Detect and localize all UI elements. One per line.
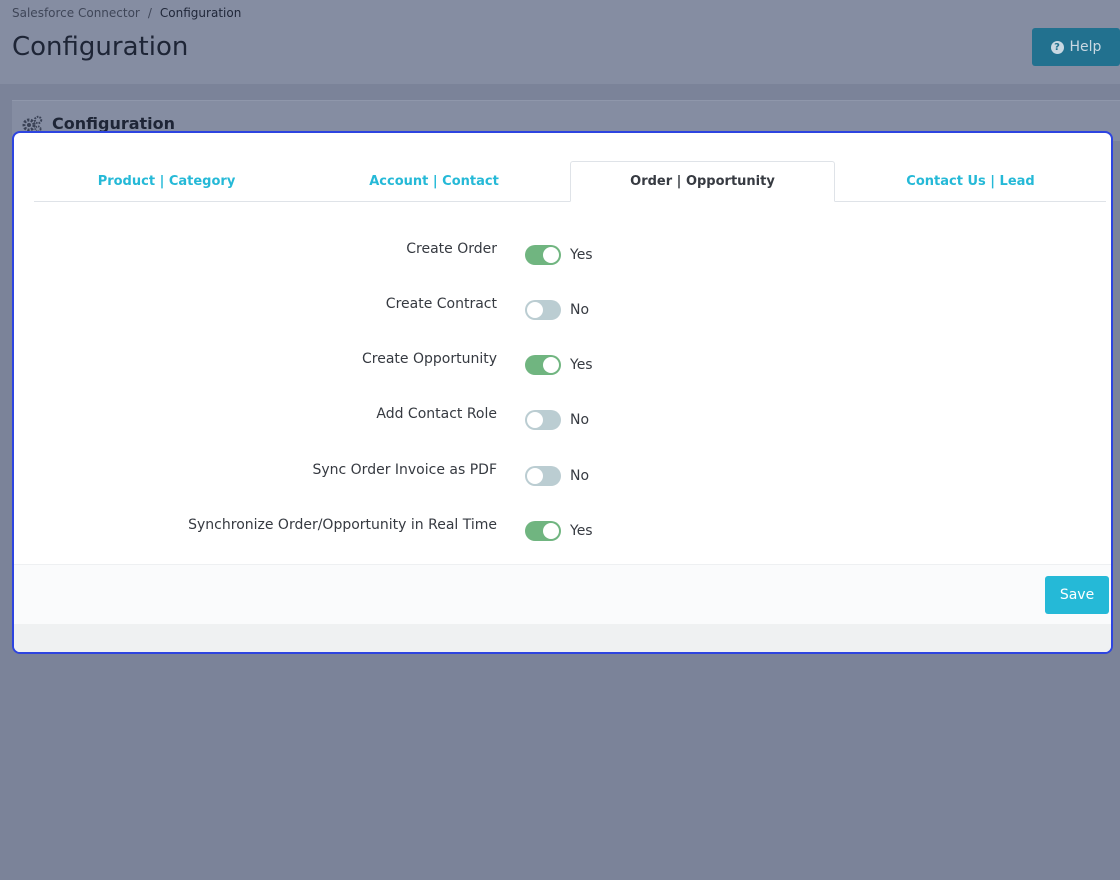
breadcrumb: Salesforce Connector / Configuration bbox=[12, 6, 241, 20]
toggle-knob bbox=[527, 468, 543, 484]
create-opportunity-toggle[interactable] bbox=[525, 355, 561, 375]
tab-order-opportunity[interactable]: Order | Opportunity bbox=[570, 161, 835, 202]
toggle-knob bbox=[543, 247, 559, 263]
setting-label: Sync Order Invoice as PDF bbox=[312, 462, 497, 478]
question-circle-icon: ? bbox=[1050, 40, 1064, 54]
save-button[interactable]: Save bbox=[1045, 576, 1109, 614]
setting-label: Add Contact Role bbox=[376, 406, 497, 422]
create-order-toggle[interactable] bbox=[525, 245, 561, 265]
add-contact-role-toggle[interactable] bbox=[525, 410, 561, 430]
toggle-state-text: No bbox=[570, 412, 590, 428]
toggle-knob bbox=[527, 302, 543, 318]
toggle-state-text: Yes bbox=[570, 357, 593, 373]
tab-label: Order | Opportunity bbox=[630, 174, 775, 189]
tab-account-contact[interactable]: Account | Contact bbox=[301, 161, 567, 201]
setting-label: Create Order bbox=[406, 241, 497, 257]
tab-label: Account | Contact bbox=[369, 173, 499, 189]
breadcrumb-parent[interactable]: Salesforce Connector bbox=[12, 6, 140, 20]
setting-row-add-contact-role: Add Contact Role No bbox=[14, 404, 1111, 434]
toggle-state-text: Yes bbox=[570, 523, 593, 539]
breadcrumb-separator: / bbox=[147, 6, 152, 20]
toggle-knob bbox=[543, 357, 559, 373]
configuration-modal: Product | Category Account | Contact Ord… bbox=[12, 131, 1113, 654]
create-contract-toggle[interactable] bbox=[525, 300, 561, 320]
sync-invoice-pdf-toggle[interactable] bbox=[525, 466, 561, 486]
setting-label: Create Opportunity bbox=[362, 351, 497, 367]
help-button[interactable]: ? Help bbox=[1032, 28, 1120, 66]
page-title: Configuration bbox=[12, 32, 189, 62]
setting-label: Create Contract bbox=[385, 296, 497, 312]
toggle-state-text: No bbox=[570, 468, 590, 484]
panel-footer bbox=[14, 564, 1111, 625]
tab-contact-us-lead[interactable]: Contact Us | Lead bbox=[837, 161, 1104, 201]
toggle-state-text: No bbox=[570, 302, 590, 318]
tab-label: Product | Category bbox=[97, 173, 236, 189]
toggle-state-text: Yes bbox=[570, 247, 593, 263]
help-button-label: Help bbox=[1069, 39, 1102, 55]
tab-product-category[interactable]: Product | Category bbox=[34, 161, 299, 201]
setting-row-create-contract: Create Contract No bbox=[14, 294, 1111, 324]
tab-bar: Product | Category Account | Contact Ord… bbox=[34, 161, 1106, 202]
realtime-sync-toggle[interactable] bbox=[525, 521, 561, 541]
setting-row-create-order: Create Order Yes bbox=[14, 239, 1111, 269]
page-header: Salesforce Connector / Configuration Confi… bbox=[0, 0, 1120, 84]
bottom-strip bbox=[14, 624, 1111, 652]
tab-label: Contact Us | Lead bbox=[906, 173, 1035, 189]
breadcrumb-current: Configuration bbox=[159, 6, 242, 20]
toggle-knob bbox=[543, 523, 559, 539]
setting-row-realtime-sync: Synchronize Order/Opportunity in Real Ti… bbox=[14, 515, 1111, 545]
setting-row-create-opportunity: Create Opportunity Yes bbox=[14, 349, 1111, 379]
gears-icon bbox=[22, 115, 44, 133]
setting-row-sync-invoice-pdf: Sync Order Invoice as PDF No bbox=[14, 460, 1111, 490]
toggle-knob bbox=[527, 412, 543, 428]
setting-label: Synchronize Order/Opportunity in Real Ti… bbox=[188, 517, 497, 533]
